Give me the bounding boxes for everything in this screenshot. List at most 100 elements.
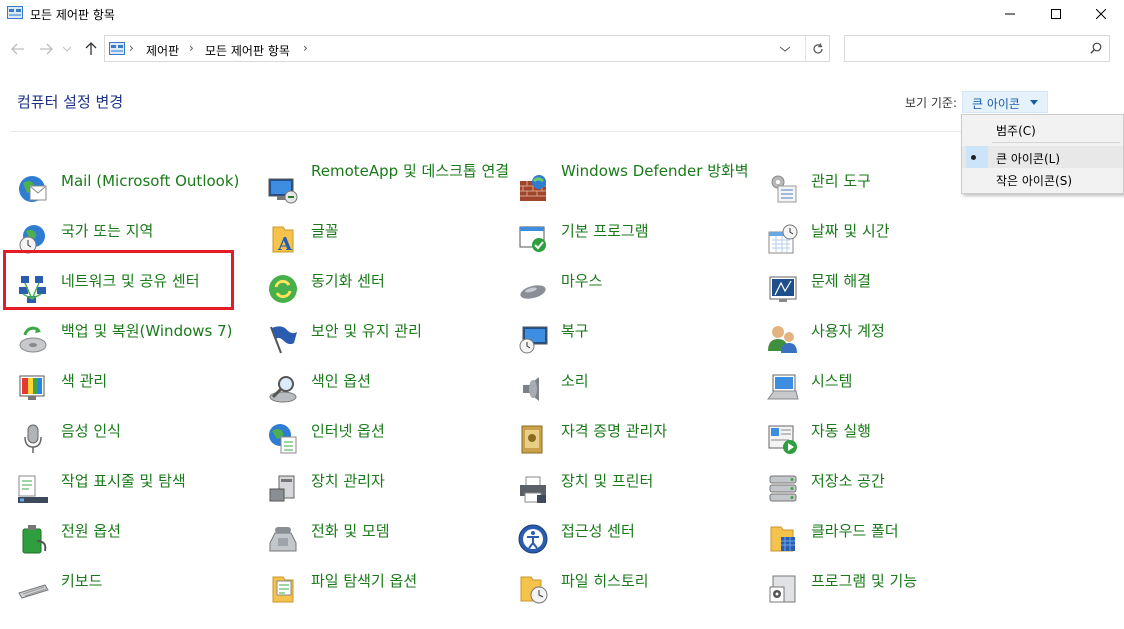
printer-icon [520, 476, 546, 503]
taskbar-icon [18, 475, 48, 503]
remoteapp-icon [268, 178, 298, 204]
up-button[interactable] [82, 40, 100, 58]
item-label: Windows Defender 방화벽 [561, 162, 749, 180]
item-sound[interactable]: 소리 [517, 371, 757, 411]
minimize-button[interactable] [987, 0, 1033, 28]
item-recovery[interactable]: 복구 [517, 321, 757, 361]
address-history-button[interactable] [773, 36, 797, 61]
back-button[interactable] [9, 40, 27, 58]
up-arrow-icon [85, 42, 97, 55]
chevron-down-icon [63, 46, 71, 52]
breadcrumb-separator[interactable]: › [129, 41, 134, 55]
item-file-history[interactable]: 파일 히스토리 [517, 571, 757, 611]
item-taskbar[interactable]: 작업 표시줄 및 탐색 [17, 471, 257, 511]
item-troubleshoot[interactable]: 문제 해결 [767, 271, 1007, 311]
control-panel-icon [109, 42, 125, 55]
item-label: 국가 또는 지역 [61, 222, 154, 240]
menu-item-label: 작은 아이콘(S) [996, 174, 1072, 188]
item-label: 파일 히스토리 [561, 572, 649, 590]
forward-button[interactable] [37, 40, 55, 58]
item-label: 프로그램 및 기능 [811, 572, 918, 590]
item-color-management[interactable]: 색 관리 [17, 371, 257, 411]
item-user-accounts[interactable]: 사용자 계정 [767, 321, 1007, 361]
file-history-icon [520, 576, 548, 604]
color-management-icon [19, 375, 45, 400]
item-credential-manager[interactable]: 자격 증명 관리자 [517, 421, 757, 461]
folder-options-icon [272, 576, 294, 603]
navigation-bar: › 제어판 › 모든 제어판 항목 › [0, 32, 1124, 66]
item-label: 인터넷 옵션 [311, 422, 385, 440]
item-label: 음성 인식 [61, 422, 121, 440]
svg-text:A: A [277, 234, 293, 255]
item-system[interactable]: 시스템 [767, 371, 1007, 411]
item-internet-options[interactable]: 인터넷 옵션 [267, 421, 507, 461]
view-by-dropdown[interactable]: 큰 아이콘 [962, 91, 1048, 113]
highlight-box [3, 250, 234, 310]
item-label: 키보드 [61, 572, 103, 590]
power-icon [22, 525, 47, 554]
item-label: 작업 표시줄 및 탐색 [61, 472, 186, 490]
recent-locations-button[interactable] [60, 40, 74, 58]
item-remoteapp[interactable]: RemoteApp 및 데스크톱 연결 [267, 161, 509, 204]
radio-bullet-icon [971, 155, 976, 160]
item-label: 저장소 공간 [811, 472, 885, 490]
item-ease-of-access[interactable]: 접근성 센터 [517, 521, 757, 561]
item-folder-options[interactable]: 파일 탐색기 옵션 [267, 571, 507, 611]
menu-item-category[interactable]: 범주(C) [962, 118, 1123, 140]
item-sync-center[interactable]: 동기화 센터 [267, 271, 507, 311]
item-work-folders[interactable]: 클라우드 폴더 [767, 521, 1007, 561]
item-phone-modem[interactable]: 전화 및 모뎀 [267, 521, 507, 561]
menu-item-large-icons[interactable]: 큰 아이콘(L) [962, 146, 1123, 168]
menu-item-label: 큰 아이콘(L) [996, 152, 1061, 166]
address-bar[interactable]: › 제어판 › 모든 제어판 항목 › [104, 35, 830, 62]
item-power-options[interactable]: 전원 옵션 [17, 521, 257, 561]
item-backup[interactable]: 백업 및 복원(Windows 7) [17, 321, 257, 361]
item-mail[interactable]: Mail (Microsoft Outlook) [17, 171, 257, 211]
item-label: 소리 [561, 372, 589, 390]
programs-icon [769, 575, 796, 603]
indexing-icon [269, 376, 297, 403]
item-fonts[interactable]: A 글꼴 [267, 221, 507, 261]
item-label: 전원 옵션 [61, 522, 121, 540]
item-security[interactable]: 보안 및 유지 관리 [267, 321, 507, 361]
breadcrumb-control-panel[interactable]: 제어판 [146, 42, 179, 59]
page-title: 컴퓨터 설정 변경 [17, 93, 124, 111]
maximize-button[interactable] [1033, 0, 1079, 28]
sound-icon [523, 377, 539, 401]
close-button[interactable] [1078, 0, 1124, 28]
item-indexing[interactable]: 색인 옵션 [267, 371, 507, 411]
item-label: Mail (Microsoft Outlook) [61, 172, 240, 190]
item-device-manager[interactable]: 장치 관리자 [267, 471, 507, 511]
breadcrumb-separator[interactable]: › [189, 41, 194, 55]
item-keyboard[interactable]: 키보드 [17, 571, 257, 611]
device-manager-icon [269, 475, 295, 502]
item-label: 접근성 센터 [561, 522, 635, 540]
item-autoplay[interactable]: 자동 실행 [767, 421, 1007, 461]
item-date-time[interactable]: 날짜 및 시간 [767, 221, 1007, 261]
item-label: 복구 [561, 322, 589, 340]
item-label: 동기화 센터 [311, 272, 385, 290]
breadcrumb-separator[interactable]: › [303, 41, 308, 55]
item-label: 사용자 계정 [811, 322, 885, 340]
item-programs-features[interactable]: 프로그램 및 기능 [767, 571, 1007, 611]
menu-check-area [966, 146, 988, 168]
menu-item-small-icons[interactable]: 작은 아이콘(S) [962, 168, 1123, 190]
item-default-programs[interactable]: 기본 프로그램 [517, 221, 757, 261]
item-firewall[interactable]: Windows Defender 방화벽 [517, 161, 757, 201]
item-devices-printers[interactable]: 장치 및 프린터 [517, 471, 757, 511]
refresh-button[interactable] [805, 36, 830, 61]
search-input[interactable] [844, 35, 1110, 62]
item-speech[interactable]: 음성 인식 [17, 421, 257, 461]
item-label: 장치 관리자 [311, 472, 385, 490]
item-label: 날짜 및 시간 [811, 222, 890, 240]
title-bar: 모든 제어판 항목 [0, 0, 1124, 28]
breadcrumb-all-items[interactable]: 모든 제어판 항목 [205, 42, 290, 59]
item-label: 색 관리 [61, 372, 108, 390]
item-label: 마우스 [561, 272, 603, 290]
item-label: 글꼴 [311, 222, 339, 240]
item-storage-spaces[interactable]: 저장소 공간 [767, 471, 1007, 511]
troubleshoot-icon [769, 276, 797, 302]
menu-item-label: 범주(C) [996, 124, 1036, 138]
item-label: 관리 도구 [811, 172, 871, 190]
item-mouse[interactable]: 마우스 [517, 271, 757, 311]
